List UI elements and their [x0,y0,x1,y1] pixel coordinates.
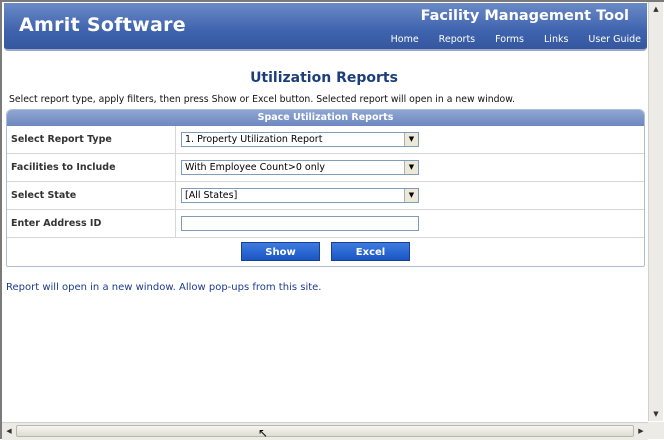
show-button[interactable]: Show [241,242,320,261]
chevron-down-icon[interactable]: ▼ [404,189,418,202]
state-label: Select State [11,190,77,201]
row-divider [175,182,176,209]
facilities-select[interactable]: With Employee Count>0 only ▼ [181,160,419,175]
page-title: Utilization Reports [250,70,398,86]
top-nav: Home Reports Forms Links User Guide [371,34,641,45]
report-type-select[interactable]: 1. Property Utilization Report ▼ [181,132,419,147]
scroll-right-icon[interactable]: ▶ [634,424,648,438]
nav-links-link[interactable]: Links [544,34,568,45]
chevron-down-icon[interactable]: ▼ [404,161,418,174]
scrollbar-corner [648,422,664,439]
address-id-row: Enter Address ID [7,210,644,238]
chevron-down-icon[interactable]: ▼ [404,133,418,146]
report-type-value: 1. Property Utilization Report [185,134,323,145]
report-panel: Space Utilization Reports Select Report … [6,109,645,267]
report-type-row: Select Report Type 1. Property Utilizati… [7,126,644,154]
instructions-text: Select report type, apply filters, then … [9,94,515,105]
facilities-row: Facilities to Include With Employee Coun… [7,154,644,182]
row-divider [175,154,176,181]
vertical-scrollbar[interactable]: ▲ ▼ [648,2,663,421]
nav-user-guide-link[interactable]: User Guide [588,34,641,45]
button-row: Show Excel [7,238,644,266]
address-id-label: Enter Address ID [11,218,102,229]
nav-home-link[interactable]: Home [391,34,419,45]
scroll-up-icon[interactable]: ▲ [649,2,663,16]
panel-heading: Space Utilization Reports [7,110,644,126]
popup-note: Report will open in a new window. Allow … [6,282,322,293]
row-divider [175,210,176,237]
state-select[interactable]: [All States] ▼ [181,188,419,203]
address-id-input[interactable] [181,216,419,231]
state-row: Select State [All States] ▼ [7,182,644,210]
facilities-value: With Employee Count>0 only [185,162,325,173]
nav-reports-link[interactable]: Reports [439,34,475,45]
scrollbar-thumb[interactable] [16,425,634,437]
excel-button[interactable]: Excel [331,242,410,261]
mouse-cursor-icon: ↖ [258,426,269,440]
brand-logo-text: Amrit Software [19,14,186,36]
tool-title: Facility Management Tool [420,8,629,24]
nav-forms-link[interactable]: Forms [495,34,524,45]
facilities-label: Facilities to Include [11,162,116,173]
report-type-label: Select Report Type [11,134,112,145]
state-value: [All States] [185,190,238,201]
app-header: Amrit Software Facility Management Tool … [4,3,647,51]
horizontal-scrollbar[interactable]: ◀ ▶ [2,422,648,440]
row-divider [175,126,176,153]
scroll-down-icon[interactable]: ▼ [649,407,663,421]
scroll-left-icon[interactable]: ◀ [2,424,16,438]
